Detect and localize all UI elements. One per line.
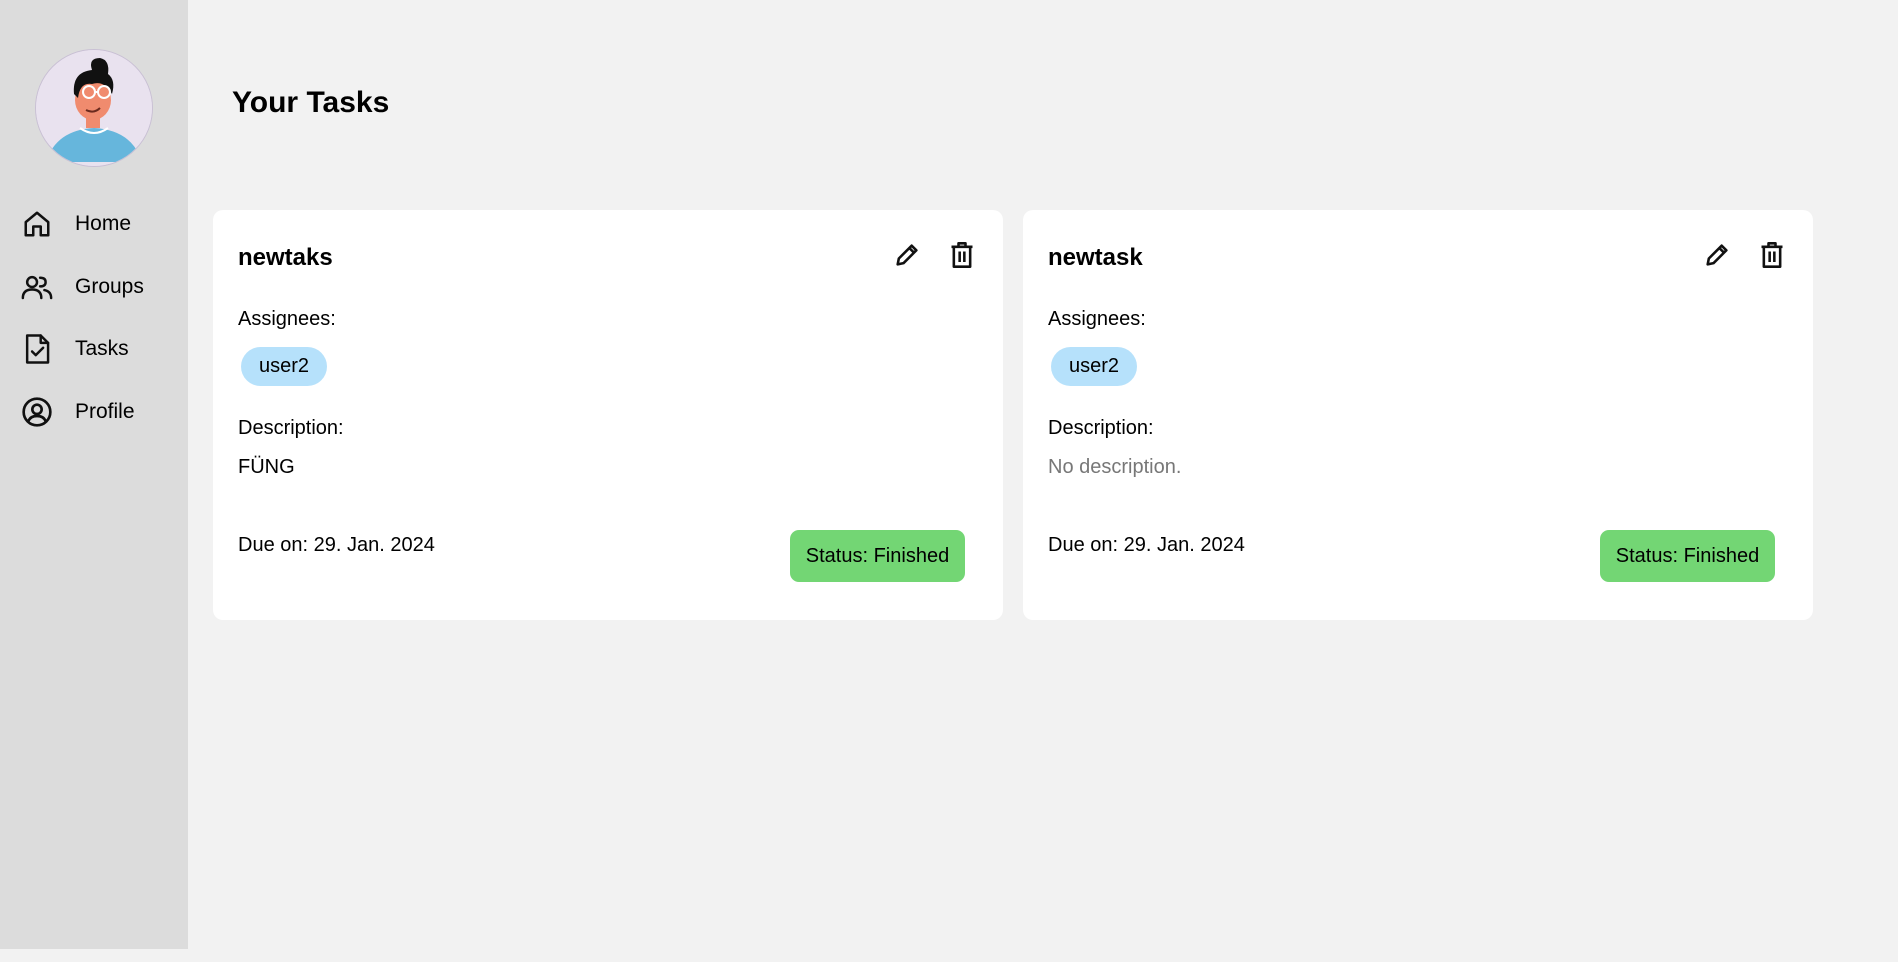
page-title: Your Tasks — [232, 86, 390, 119]
description-text: No description. — [1048, 456, 1182, 478]
task-card: newtask Assignees: user2 Description: No… — [1023, 210, 1813, 620]
sidebar-item-tasks[interactable]: Tasks — [20, 329, 180, 369]
description-label: Description: — [1048, 417, 1154, 439]
sidebar-item-profile[interactable]: Profile — [20, 392, 180, 432]
trash-icon — [949, 241, 975, 274]
sidebar: Home Groups Tasks Profile — [0, 0, 188, 949]
due-date: Due on: 29. Jan. 2024 — [1048, 534, 1245, 556]
user-circle-icon — [20, 395, 54, 429]
task-card: newtaks Assignees: user2 Description: FÜ… — [213, 210, 1003, 620]
sidebar-item-label: Groups — [75, 275, 144, 298]
task-document-check-icon — [20, 332, 54, 366]
assignees-label: Assignees: — [238, 308, 336, 330]
assignee-chip: user2 — [1051, 347, 1137, 386]
sidebar-item-home[interactable]: Home — [20, 204, 180, 244]
edit-button[interactable] — [890, 240, 924, 274]
app: Home Groups Tasks Profile Your Tasks new… — [0, 0, 1898, 962]
bottom-strip — [0, 949, 1898, 962]
pencil-icon — [1703, 241, 1731, 274]
assignees-label: Assignees: — [1048, 308, 1146, 330]
pencil-icon — [893, 241, 921, 274]
due-date: Due on: 29. Jan. 2024 — [238, 534, 435, 556]
home-icon — [20, 207, 54, 241]
task-title: newtaks — [238, 244, 333, 271]
task-title: newtask — [1048, 244, 1143, 271]
sidebar-item-label: Tasks — [75, 337, 129, 360]
users-icon — [20, 270, 54, 304]
delete-button[interactable] — [945, 240, 979, 274]
description-label: Description: — [238, 417, 344, 439]
avatar-illustration-icon — [36, 50, 152, 166]
status-button[interactable]: Status: Finished — [790, 530, 965, 582]
edit-button[interactable] — [1700, 240, 1734, 274]
description-text: FÜNG — [238, 456, 295, 478]
user-avatar[interactable] — [35, 49, 153, 167]
main-content: Your Tasks newtaks Assignees: user2 Desc… — [188, 0, 1898, 949]
assignee-chip: user2 — [241, 347, 327, 386]
trash-icon — [1759, 241, 1785, 274]
delete-button[interactable] — [1755, 240, 1789, 274]
sidebar-item-groups[interactable]: Groups — [20, 267, 180, 307]
sidebar-item-label: Home — [75, 212, 132, 235]
status-button[interactable]: Status: Finished — [1600, 530, 1775, 582]
sidebar-item-label: Profile — [75, 400, 135, 423]
